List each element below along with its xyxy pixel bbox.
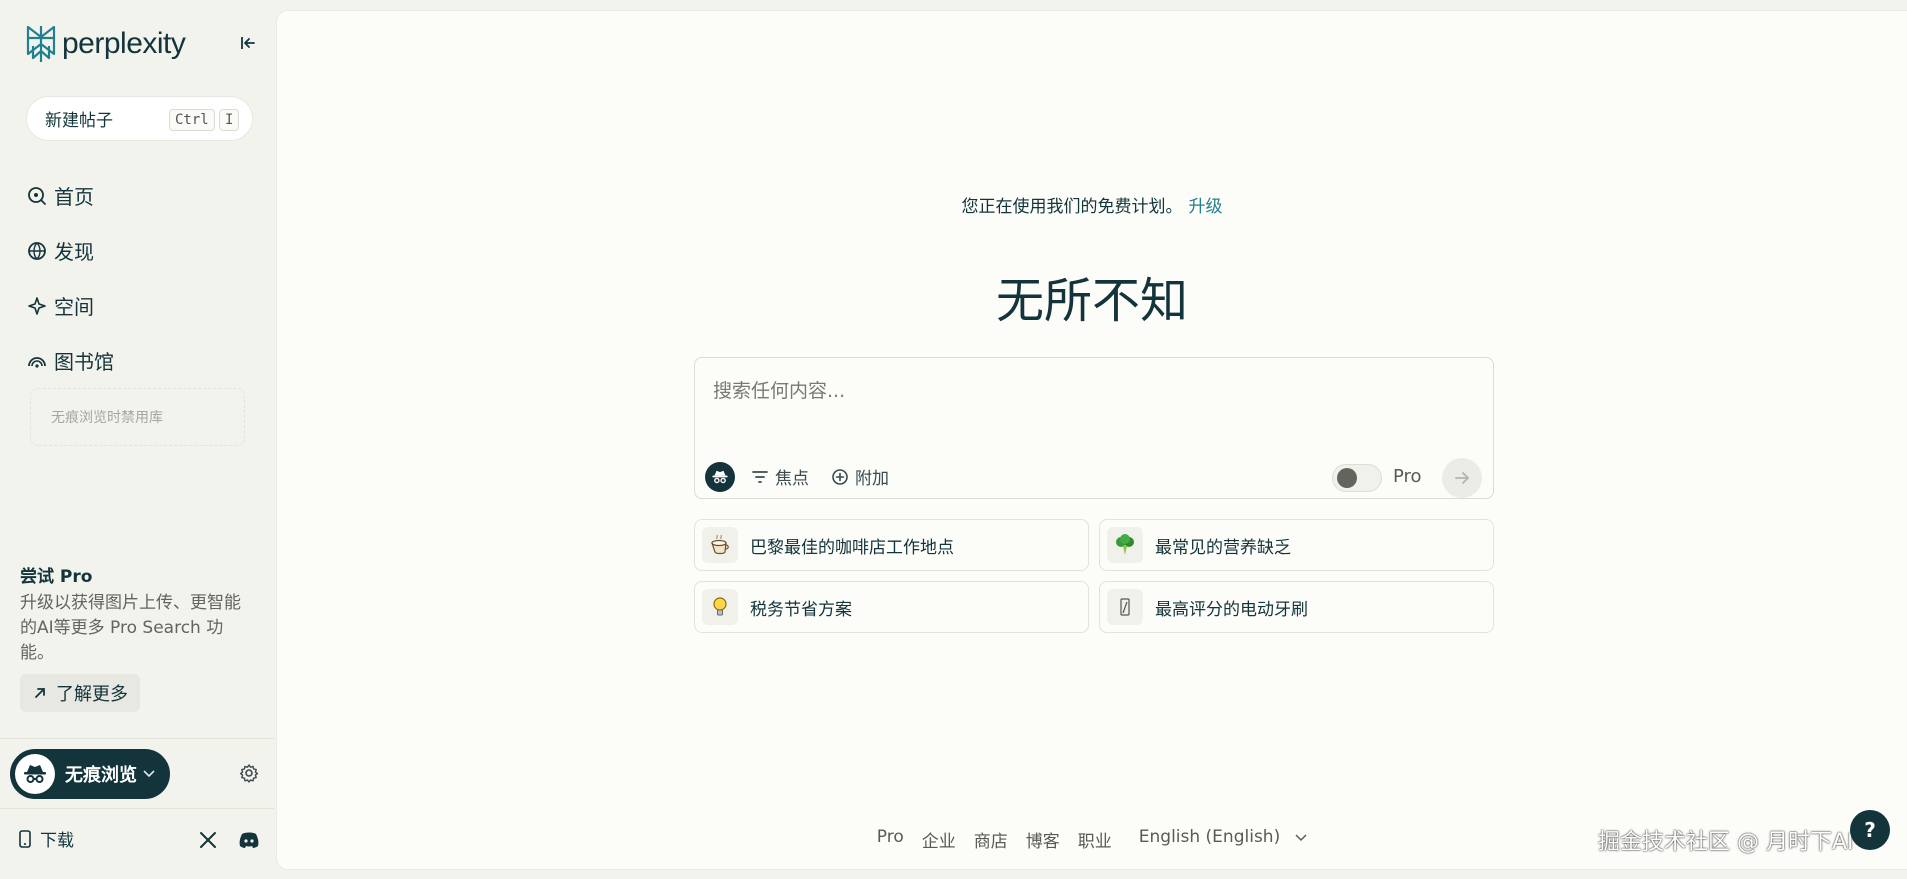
incognito-mode-button[interactable]	[705, 462, 735, 492]
suggestion-text: 最高评分的电动牙刷	[1155, 599, 1308, 620]
suggestion-text: 税务节省方案	[750, 599, 852, 620]
divider	[0, 738, 274, 739]
filter-icon	[752, 470, 768, 483]
brand-name: perplexity	[62, 27, 186, 60]
sparkle-icon	[28, 296, 46, 315]
shortcut-i-key: I	[219, 109, 240, 131]
home-search-icon	[28, 186, 46, 205]
incognito-avatar	[15, 754, 55, 794]
plus-circle-icon	[832, 468, 848, 485]
discord-icon[interactable]	[238, 830, 260, 850]
new-thread-label: 新建帖子	[45, 111, 113, 131]
phone-icon	[19, 829, 31, 848]
pro-promo: 尝试 Pro 升级以获得图片上传、更智能的AI等更多 Pro Search 功能…	[20, 562, 255, 712]
sidebar-item-label: 发现	[54, 240, 94, 264]
learn-more-label: 了解更多	[56, 684, 128, 705]
sidebar-item-library[interactable]: 图书馆	[26, 333, 114, 388]
suggestion-card[interactable]: 最高评分的电动牙刷	[1099, 581, 1494, 633]
sidebar-item-home[interactable]: 首页	[26, 168, 114, 223]
footer-link-pro[interactable]: Pro	[877, 827, 904, 852]
incognito-icon	[712, 470, 728, 484]
sidebar-nav: 首页 发现 空间 图书馆	[26, 168, 114, 388]
submit-button[interactable]	[1442, 458, 1482, 498]
incognito-icon	[24, 765, 46, 783]
page-title: 无所不知	[995, 273, 1188, 329]
promo-title: 尝试 Pro	[20, 567, 93, 587]
sidebar-item-spaces[interactable]: 空间	[26, 278, 114, 333]
suggestion-text: 最常见的营养缺乏	[1155, 537, 1291, 558]
x-twitter-icon[interactable]	[198, 830, 218, 850]
new-thread-button[interactable]: 新建帖子 Ctrl I	[26, 96, 253, 141]
broccoli-icon	[1107, 527, 1143, 563]
suggestion-card[interactable]: 最常见的营养缺乏	[1099, 519, 1494, 571]
upgrade-link[interactable]: 升级	[1189, 197, 1223, 217]
promo-description: 升级以获得图片上传、更智能的AI等更多 Pro Search 功能。	[20, 593, 241, 663]
language-selector[interactable]: English (English)	[1130, 827, 1307, 852]
logo[interactable]: perplexity	[24, 24, 186, 64]
collapse-sidebar-icon	[241, 37, 255, 49]
globe-icon	[28, 241, 46, 260]
watermark: 掘金技术社区 @ 月时下AI	[1598, 830, 1854, 855]
footer-link-enterprise[interactable]: 企业	[922, 827, 956, 852]
attach-button[interactable]: 附加	[831, 464, 889, 489]
learn-more-button[interactable]: 了解更多	[20, 674, 140, 712]
toggle-knob	[1337, 468, 1357, 488]
search-box: 焦点 附加 Pro	[694, 357, 1494, 499]
sidebar-item-label: 首页	[54, 185, 94, 209]
sidebar-item-label: 图书馆	[54, 350, 114, 374]
pro-label: Pro	[1393, 466, 1422, 487]
library-icon	[28, 356, 46, 368]
attach-label: 附加	[855, 469, 889, 489]
footer-link-careers[interactable]: 职业	[1078, 827, 1112, 852]
suggestion-card[interactable]: 巴黎最佳的咖啡店工作地点	[694, 519, 1089, 571]
search-input[interactable]	[713, 376, 1453, 406]
focus-button[interactable]: 焦点	[751, 464, 809, 489]
settings-button[interactable]	[239, 763, 261, 785]
arrow-up-right-icon	[35, 688, 45, 698]
shortcut-ctrl-key: Ctrl	[169, 109, 215, 131]
lightbulb-icon	[702, 589, 738, 625]
language-label: English (English)	[1138, 827, 1281, 847]
download-button[interactable]: 下载	[18, 826, 74, 851]
coffee-icon	[702, 527, 738, 563]
footer-link-blog[interactable]: 博客	[1026, 827, 1060, 852]
toothbrush-icon	[1107, 589, 1143, 625]
main-panel: 您正在使用我们的免费计划。升级 无所不知 焦点 附加	[276, 10, 1907, 870]
plan-note-text: 您正在使用我们的免费计划。	[961, 197, 1183, 217]
footer-link-store[interactable]: 商店	[974, 827, 1008, 852]
divider	[0, 808, 274, 809]
download-label: 下载	[40, 831, 74, 851]
incognito-label: 无痕浏览	[65, 765, 137, 786]
plan-note: 您正在使用我们的免费计划。 升级	[277, 192, 1907, 217]
chevron-down-icon	[143, 767, 155, 781]
sidebar-item-discover[interactable]: 发现	[26, 223, 114, 278]
focus-label: 焦点	[775, 469, 809, 489]
perplexity-logo-icon	[26, 25, 56, 62]
chevron-down-icon	[1295, 834, 1307, 842]
sidebar-item-label: 空间	[54, 295, 94, 319]
library-disabled-note: 无痕浏览时禁用库	[30, 388, 245, 446]
pro-toggle[interactable]	[1332, 464, 1382, 492]
help-button[interactable]: ?	[1850, 810, 1890, 850]
suggestion-card[interactable]: 税务节省方案	[694, 581, 1089, 633]
arrow-right-icon	[1455, 472, 1469, 484]
collapse-sidebar-button[interactable]	[238, 32, 260, 54]
suggestion-text: 巴黎最佳的咖啡店工作地点	[750, 537, 954, 558]
incognito-account-button[interactable]: 无痕浏览	[10, 749, 170, 799]
sidebar: perplexity 新建帖子 Ctrl I 首页 发现 空间 图书馆 无痕浏览…	[0, 0, 274, 879]
gear-icon	[239, 764, 259, 783]
